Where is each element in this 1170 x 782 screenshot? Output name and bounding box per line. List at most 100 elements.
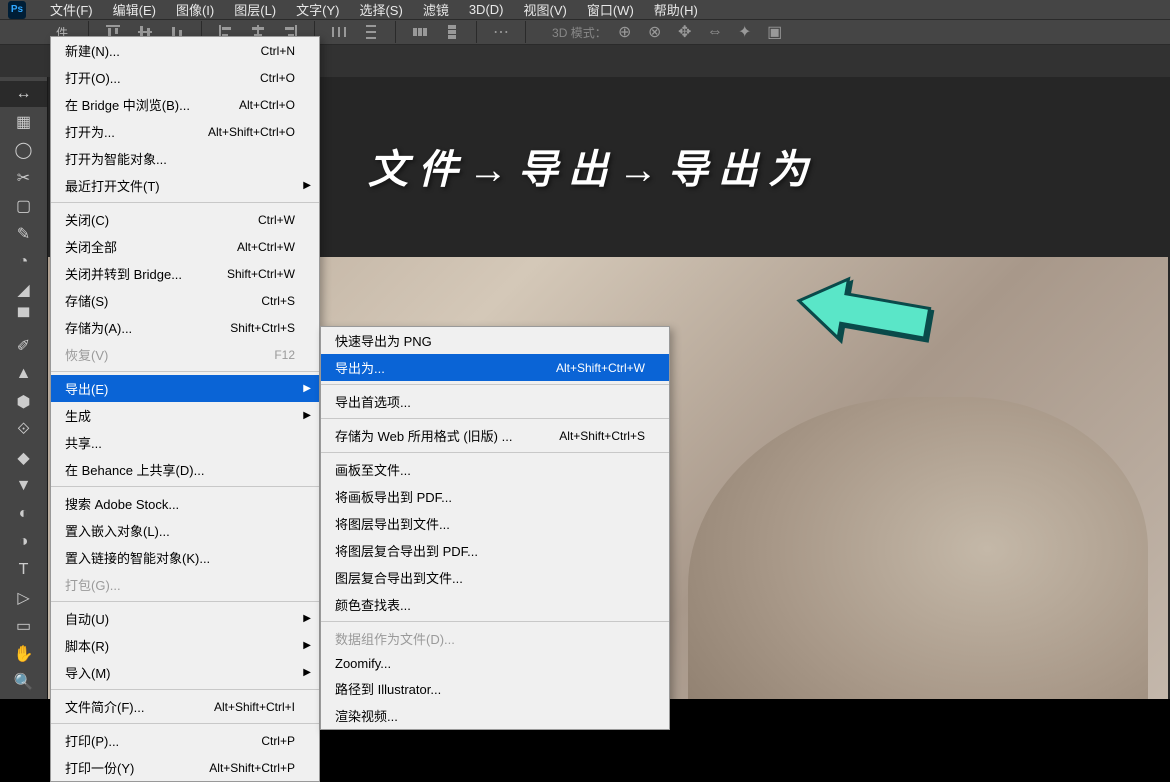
file-menu-item-6-0[interactable]: 打印(P)...Ctrl+P — [51, 727, 319, 754]
file-menu-item-0-1[interactable]: 打开(O)...Ctrl+O — [51, 64, 319, 91]
menu-image[interactable]: 图像(I) — [166, 0, 224, 19]
menu-item-label: 导出首选项... — [335, 392, 645, 411]
tool-18[interactable]: ▷ — [0, 585, 47, 611]
tool-16[interactable]: ◑ — [0, 529, 47, 555]
export-menu-item-3-2[interactable]: 将图层导出到文件... — [321, 510, 669, 537]
tool-6[interactable]: ◔ — [0, 249, 47, 275]
tool-13[interactable]: ◆ — [0, 445, 47, 471]
distribute-spacing-h-icon[interactable] — [408, 20, 432, 44]
menu-item-label: 在 Bridge 中浏览(B)... — [65, 95, 239, 114]
menu-item-label: 颜色查找表... — [335, 595, 645, 614]
distribute-spacing-v-icon[interactable] — [440, 20, 464, 44]
menu-item-label: 数据组作为文件(D)... — [335, 629, 645, 648]
menu-item-label: 关闭并转到 Bridge... — [65, 264, 227, 283]
menu-item-shortcut: Shift+Ctrl+S — [230, 321, 295, 335]
3d-pan-icon[interactable]: ✥ — [673, 20, 697, 44]
file-menu-item-0-2[interactable]: 在 Bridge 中浏览(B)...Alt+Ctrl+O — [51, 91, 319, 118]
separator — [476, 21, 477, 43]
tool-21[interactable]: 🔍 — [0, 669, 47, 695]
file-menu-item-1-1[interactable]: 关闭全部Alt+Ctrl+W — [51, 233, 319, 260]
export-menu-item-3-4[interactable]: 图层复合导出到文件... — [321, 564, 669, 591]
menu-layer[interactable]: 图层(L) — [224, 0, 286, 19]
file-menu-item-4-1[interactable]: 脚本(R)▶ — [51, 632, 319, 659]
menu-separator — [51, 723, 319, 724]
tool-3[interactable]: ✂ — [0, 165, 47, 191]
tool-7[interactable]: ◢ — [0, 277, 47, 303]
menu-item-shortcut: Ctrl+W — [258, 213, 295, 227]
export-menu-item-3-1[interactable]: 将画板导出到 PDF... — [321, 483, 669, 510]
file-menu-item-3-0[interactable]: 搜索 Adobe Stock... — [51, 490, 319, 517]
distribute-v-icon[interactable] — [359, 20, 383, 44]
menu-window[interactable]: 窗口(W) — [577, 0, 644, 19]
menu-text[interactable]: 文字(Y) — [286, 0, 349, 19]
file-menu-item-0-3[interactable]: 打开为...Alt+Shift+Ctrl+O — [51, 118, 319, 145]
file-menu-item-2-0[interactable]: 导出(E)▶ — [51, 375, 319, 402]
menu-item-shortcut: Ctrl+S — [261, 294, 295, 308]
3d-camera-icon[interactable]: ▣ — [763, 20, 787, 44]
file-menu-item-0-0[interactable]: 新建(N)...Ctrl+N — [51, 37, 319, 64]
file-menu-item-6-1[interactable]: 打印一份(Y)Alt+Shift+Ctrl+P — [51, 754, 319, 781]
file-menu-item-1-3[interactable]: 存储(S)Ctrl+S — [51, 287, 319, 314]
tool-12[interactable]: ⟐ — [0, 417, 47, 443]
export-menu-item-4-1[interactable]: Zoomify... — [321, 652, 669, 675]
3d-slide-icon[interactable]: ⇔ — [703, 20, 727, 44]
menu-item-label: 自动(U) — [65, 609, 295, 628]
tool-8[interactable]: ▀ — [0, 305, 47, 331]
tool-4[interactable]: ▢ — [0, 193, 47, 219]
menu-item-label: 导入(M) — [65, 663, 295, 682]
file-menu-item-4-0[interactable]: 自动(U)▶ — [51, 605, 319, 632]
tool-11[interactable]: ⬢ — [0, 389, 47, 415]
menu-file[interactable]: 文件(F) — [40, 0, 103, 19]
export-menu-item-0-1[interactable]: 导出为...Alt+Shift+Ctrl+W — [321, 354, 669, 381]
menu-3d[interactable]: 3D(D) — [459, 2, 514, 17]
tool-0[interactable]: ↔ — [0, 81, 47, 107]
export-menu-item-2-0[interactable]: 存储为 Web 所用格式 (旧版) ...Alt+Shift+Ctrl+S — [321, 422, 669, 449]
file-menu-item-2-1[interactable]: 生成▶ — [51, 402, 319, 429]
menu-separator — [51, 486, 319, 487]
export-menu-item-0-0[interactable]: 快速导出为 PNG — [321, 327, 669, 354]
export-menu-item-3-3[interactable]: 将图层复合导出到 PDF... — [321, 537, 669, 564]
file-menu-item-2-3[interactable]: 在 Behance 上共享(D)... — [51, 456, 319, 483]
tool-2[interactable]: ◯ — [0, 137, 47, 163]
file-menu-item-1-0[interactable]: 关闭(C)Ctrl+W — [51, 206, 319, 233]
menu-select[interactable]: 选择(S) — [349, 0, 412, 19]
menu-item-label: 将图层导出到文件... — [335, 514, 645, 533]
more-options-icon[interactable]: ⋯ — [489, 20, 513, 44]
file-menu-item-0-4[interactable]: 打开为智能对象... — [51, 145, 319, 172]
menu-item-shortcut: Alt+Ctrl+O — [239, 98, 295, 112]
distribute-h-icon[interactable] — [327, 20, 351, 44]
menu-edit[interactable]: 编辑(E) — [103, 0, 166, 19]
tool-9[interactable]: ✐ — [0, 333, 47, 359]
menu-item-label: 打开为... — [65, 122, 208, 141]
export-menu-item-4-3[interactable]: 渲染视频... — [321, 702, 669, 729]
3d-orbit-icon[interactable]: ⊕ — [613, 20, 637, 44]
tool-17[interactable]: T — [0, 557, 47, 583]
export-menu-item-1-0[interactable]: 导出首选项... — [321, 388, 669, 415]
file-menu-item-1-2[interactable]: 关闭并转到 Bridge...Shift+Ctrl+W — [51, 260, 319, 287]
menu-filter[interactable]: 滤镜 — [413, 0, 459, 19]
menu-item-shortcut: Alt+Shift+Ctrl+S — [559, 429, 645, 443]
menu-item-shortcut: Alt+Ctrl+W — [237, 240, 295, 254]
file-menu-item-0-5[interactable]: 最近打开文件(T)▶ — [51, 172, 319, 199]
export-menu-item-3-5[interactable]: 颜色查找表... — [321, 591, 669, 618]
menu-help[interactable]: 帮助(H) — [644, 0, 708, 19]
file-menu-item-1-4[interactable]: 存储为(A)...Shift+Ctrl+S — [51, 314, 319, 341]
tool-20[interactable]: ✋ — [0, 641, 47, 667]
file-menu-item-4-2[interactable]: 导入(M)▶ — [51, 659, 319, 686]
menu-item-label: 打开为智能对象... — [65, 149, 295, 168]
export-menu-item-3-0[interactable]: 画板至文件... — [321, 456, 669, 483]
tool-15[interactable]: ◐ — [0, 501, 47, 527]
3d-zoom-icon[interactable]: ✦ — [733, 20, 757, 44]
tool-5[interactable]: ✎ — [0, 221, 47, 247]
file-menu-item-3-2[interactable]: 置入链接的智能对象(K)... — [51, 544, 319, 571]
menu-view[interactable]: 视图(V) — [514, 0, 577, 19]
tool-14[interactable]: ▼ — [0, 473, 47, 499]
tool-19[interactable]: ▭ — [0, 613, 47, 639]
tool-10[interactable]: ▲ — [0, 361, 47, 387]
file-menu-item-5-0[interactable]: 文件简介(F)...Alt+Shift+Ctrl+I — [51, 693, 319, 720]
export-menu-item-4-2[interactable]: 路径到 Illustrator... — [321, 675, 669, 702]
3d-roll-icon[interactable]: ⊗ — [643, 20, 667, 44]
file-menu-item-2-2[interactable]: 共享... — [51, 429, 319, 456]
file-menu-item-3-1[interactable]: 置入嵌入对象(L)... — [51, 517, 319, 544]
tool-1[interactable]: ▦ — [0, 109, 47, 135]
